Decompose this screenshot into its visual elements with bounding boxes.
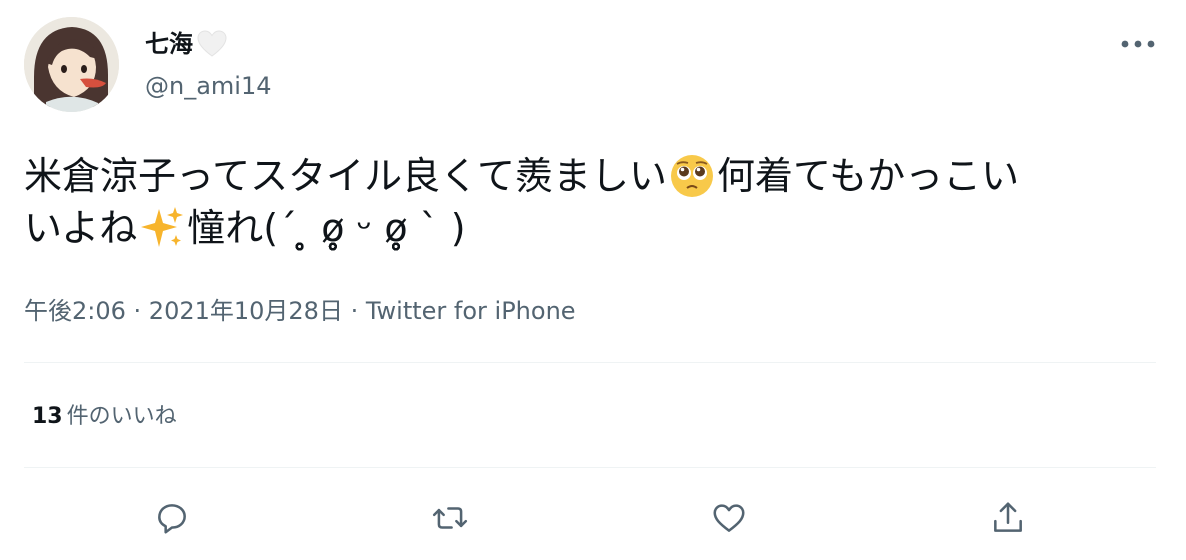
display-name-text: 七海 — [145, 30, 193, 58]
tweet-line-2: いよね 憧れ(´ ̥̥̥̥̥̥̥̥ ø̥̥̥̥̥̥̥̥ ᵕ ø̥̥̥̥̥̥̥̥ … — [24, 202, 1164, 254]
tweet-text-segment: いよね — [24, 206, 138, 250]
avatar-image — [24, 17, 119, 112]
divider — [24, 467, 1156, 468]
like-button[interactable] — [707, 498, 751, 538]
likes-stat[interactable]: 13 件のいいね — [32, 401, 177, 433]
reply-icon — [158, 504, 186, 534]
tweet-text-segment: 憧れ(´ ̥̥̥̥̥̥̥̥ ø̥̥̥̥̥̥̥̥ ᵕ ø̥̥̥̥̥̥̥̥ ` ) — [187, 206, 466, 250]
more-options-button[interactable] — [1118, 32, 1158, 56]
likes-count: 13 — [32, 404, 63, 429]
tweet-line-1: 米倉涼子ってスタイル良くて羨ましい 何着てもかっこい — [24, 150, 1164, 202]
white-heart-icon — [197, 30, 227, 58]
sparkles-icon — [139, 205, 185, 251]
likes-label: 件のいいね — [66, 404, 177, 429]
retweet-icon — [432, 507, 468, 529]
pleading-face-icon — [669, 153, 715, 199]
tweet-meta: 午後2:06 · 2021年10月28日 · Twitter for iPhon… — [24, 294, 576, 328]
more-dots-icon — [1121, 40, 1155, 48]
reply-button[interactable] — [150, 498, 194, 538]
display-name[interactable]: 七海 — [145, 28, 227, 60]
meta-separator: · — [125, 297, 149, 325]
retweet-button[interactable] — [428, 498, 472, 538]
tweet-time[interactable]: 午後2:06 — [24, 297, 126, 325]
tweet-text-segment: 米倉涼子ってスタイル良くて羨ましい — [24, 154, 667, 198]
tweet-text-segment: 何着てもかっこい — [716, 154, 1020, 198]
share-button[interactable] — [986, 498, 1030, 538]
share-icon — [994, 502, 1022, 532]
tweet-source[interactable]: Twitter for iPhone — [366, 297, 576, 325]
avatar[interactable] — [24, 17, 119, 112]
tweet-text: 米倉涼子ってスタイル良くて羨ましい 何着てもかっこい いよね 憧れ(´ ̥̥̥̥… — [24, 150, 1164, 254]
tweet-date[interactable]: 2021年10月28日 — [149, 297, 343, 325]
meta-separator: · — [342, 297, 366, 325]
divider — [24, 362, 1156, 363]
user-handle[interactable]: @n_ami14 — [145, 70, 272, 102]
like-icon — [713, 504, 745, 532]
